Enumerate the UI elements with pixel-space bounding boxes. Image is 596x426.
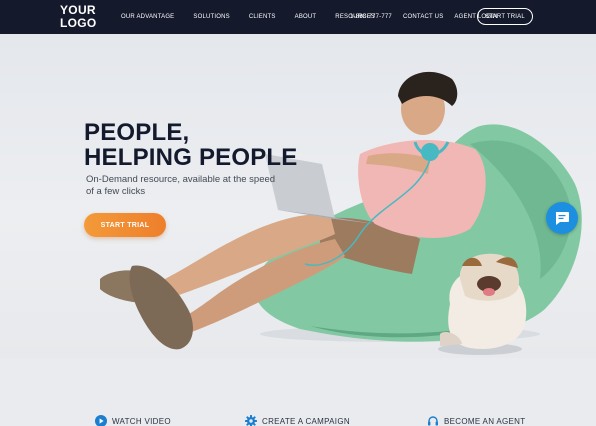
logo[interactable]: YOUR LOGO	[60, 4, 110, 30]
logo-line-2: LOGO	[60, 16, 97, 30]
watch-video-action[interactable]: WATCH VIDEO	[95, 415, 171, 426]
headline-line-2: HELPING PEOPLE	[84, 144, 298, 171]
nav-our-advantage[interactable]: OUR ADVANTAGE	[121, 14, 174, 20]
chat-button[interactable]	[546, 202, 578, 234]
hero-start-trial-button[interactable]: START TRIAL	[84, 213, 166, 237]
chat-bubble-icon	[554, 210, 570, 226]
hero-headline: PEOPLE, HELPING PEOPLE	[84, 120, 298, 170]
hero-section: PEOPLE, HELPING PEOPLE On-Demand resourc…	[0, 34, 596, 358]
quick-actions-bar: WATCH VIDEO CREATE A CAMPAIGN BECOME AN …	[0, 358, 596, 426]
become-agent-label: BECOME AN AGENT	[444, 416, 526, 426]
top-navigation: YOUR LOGO OUR ADVANTAGE SOLUTIONS CLIENT…	[0, 0, 596, 34]
create-campaign-action[interactable]: CREATE A CAMPAIGN	[245, 415, 350, 426]
nav-solutions[interactable]: SOLUTIONS	[193, 14, 229, 20]
play-circle-icon	[95, 415, 107, 426]
nav-start-trial-button[interactable]: START TRIAL	[477, 8, 533, 25]
nav-clients[interactable]: CLIENTS	[249, 14, 276, 20]
nav-about[interactable]: ABOUT	[295, 14, 317, 20]
create-campaign-label: CREATE A CAMPAIGN	[262, 416, 350, 426]
become-agent-action[interactable]: BECOME AN AGENT	[427, 415, 525, 426]
contact-us-link[interactable]: CONTACT US	[403, 14, 443, 20]
hero-subheadline: On-Demand resource, available at the spe…	[86, 174, 276, 197]
phone-number-link[interactable]: 1-888-777-777	[350, 14, 392, 20]
gear-icon	[245, 415, 257, 426]
watch-video-label: WATCH VIDEO	[112, 416, 171, 426]
headline-line-1: PEOPLE,	[84, 119, 190, 146]
headset-icon	[427, 415, 439, 426]
